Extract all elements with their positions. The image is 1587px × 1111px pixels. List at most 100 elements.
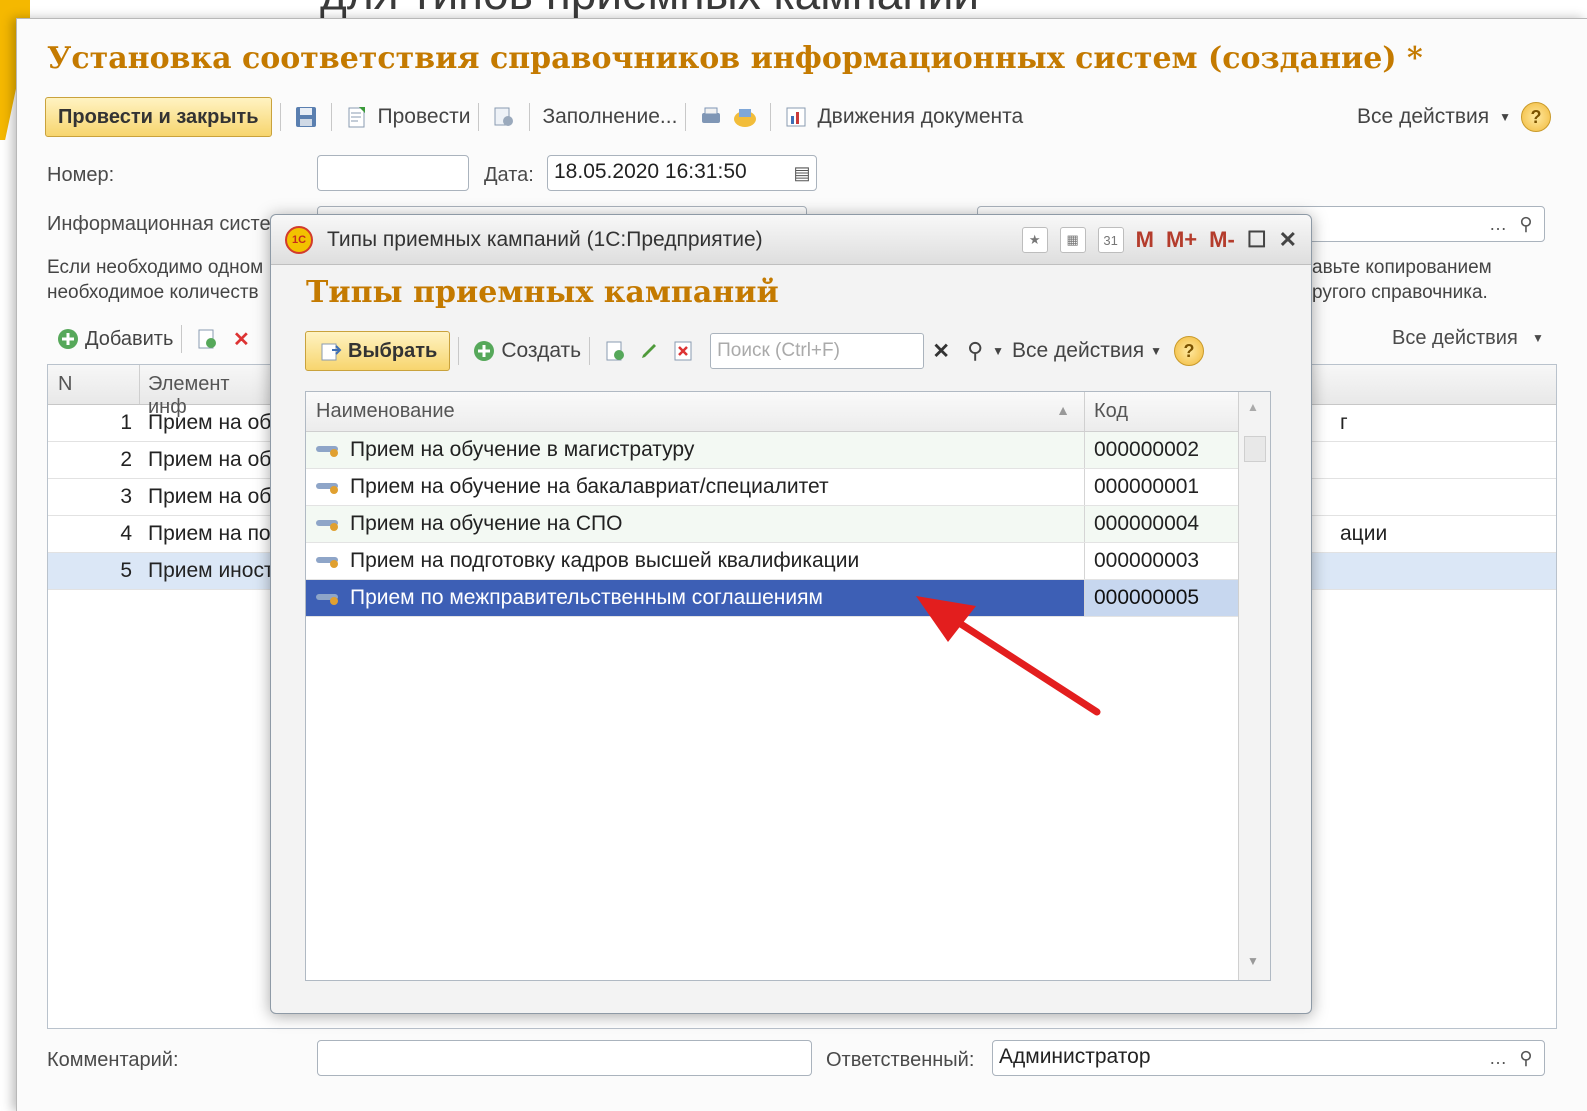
row-number: 5 <box>120 559 132 582</box>
select-icon <box>318 338 344 364</box>
toolbar-separator <box>478 103 480 131</box>
memory-plus-button[interactable]: M+ <box>1166 227 1197 253</box>
item-name-cell: Прием на обучение на СПО <box>306 506 1085 542</box>
catalog-item-icon <box>316 443 342 457</box>
edit-pencil-icon[interactable] <box>636 338 662 364</box>
description-left: Если необходимо одном необходимое количе… <box>47 257 264 303</box>
mark-delete-icon[interactable] <box>670 338 696 364</box>
post-button[interactable]: Провести <box>340 104 470 130</box>
delete-icon[interactable]: ✕ <box>228 326 254 352</box>
row-number: 3 <box>120 485 132 508</box>
post-and-close-button[interactable]: Провести и закрыть <box>45 97 272 137</box>
fill-button[interactable]: Заполнение... <box>538 105 677 129</box>
1c-logo-icon: 1С <box>285 225 313 254</box>
search-icon[interactable]: ⚲ <box>1511 208 1541 240</box>
list-item[interactable]: Прием по межправительственным соглашения… <box>306 580 1270 617</box>
toolbar-separator <box>529 103 531 131</box>
item-name: Прием на обучение в магистратуру <box>350 438 695 461</box>
settings-document-icon[interactable] <box>491 104 517 130</box>
printer-icon[interactable] <box>698 104 724 130</box>
dialog-window-title: Типы приемных кампаний (1С:Предприятие) <box>327 227 763 251</box>
column-code[interactable]: Код <box>1085 392 1239 431</box>
catalog-item-icon <box>316 480 342 494</box>
item-name: Прием на обучение на СПО <box>350 512 623 535</box>
search-icon[interactable]: ⚲ <box>1511 1042 1541 1074</box>
row-element: Прием на об <box>148 411 272 434</box>
column-name[interactable]: Наименование ▲ <box>306 392 1085 431</box>
item-code: 000000003 <box>1094 549 1200 572</box>
row-element: Прием на об <box>148 448 272 471</box>
item-name: Прием на обучение на бакалавриат/специал… <box>350 475 829 498</box>
save-icon[interactable] <box>293 104 319 130</box>
table-all-actions[interactable]: Все действия <box>1392 327 1518 350</box>
list-item[interactable]: Прием на подготовку кадров высшей квалиф… <box>306 543 1270 580</box>
item-code: 000000004 <box>1094 512 1200 535</box>
campaign-types-list: Наименование ▲ Код Прием на обучение в м… <box>305 391 1271 981</box>
date-label: Дата: <box>484 164 534 186</box>
search-icon[interactable]: ⚲ <box>962 338 988 364</box>
column-element[interactable]: Элемент инф <box>140 365 280 418</box>
comment-field[interactable] <box>317 1040 812 1076</box>
item-code: 000000005 <box>1085 580 1239 616</box>
scroll-up-icon[interactable]: ▲ <box>1247 400 1259 414</box>
select-button[interactable]: Выбрать <box>305 331 451 371</box>
help-icon[interactable]: ? <box>1521 102 1551 132</box>
list-header: Наименование ▲ Код <box>306 392 1270 432</box>
toolbar-separator <box>181 325 183 353</box>
list-item[interactable]: Прием на обучение на СПО 000000004 <box>306 506 1270 543</box>
toolbar-separator <box>589 337 591 365</box>
dialog-all-actions-menu[interactable]: Все действия <box>1012 339 1144 363</box>
dialog-titlebar: 1С Типы приемных кампаний (1С:Предприяти… <box>271 215 1311 265</box>
add-button[interactable]: Добавить <box>85 328 173 351</box>
toolbar-separator <box>685 103 687 131</box>
favorite-icon[interactable]: ★ <box>1021 227 1048 253</box>
memory-minus-button[interactable]: M- <box>1209 227 1235 253</box>
toolbar-right: Все действия ▼ ? <box>1357 95 1551 139</box>
row-number: 2 <box>120 448 132 471</box>
responsible-field[interactable]: Администратор <box>992 1040 1545 1076</box>
item-name-cell: Прием по межправительственным соглашения… <box>306 580 1085 616</box>
help-icon[interactable]: ? <box>1173 336 1204 366</box>
copy-icon[interactable] <box>602 338 628 364</box>
item-name-cell: Прием на обучение на бакалавриат/специал… <box>306 469 1085 505</box>
number-field[interactable] <box>317 155 469 191</box>
copy-icon[interactable] <box>194 326 220 352</box>
description-right: авьте копированием ругого справочника. <box>1312 257 1492 303</box>
chevron-down-icon: ▼ <box>1499 110 1511 124</box>
ellipsis-icon[interactable]: … <box>1483 208 1513 240</box>
maximize-icon[interactable]: ☐ <box>1247 227 1267 253</box>
toolbar-separator <box>458 337 460 365</box>
document-movements-button[interactable]: Движения документа <box>779 104 1023 130</box>
clear-search-icon[interactable]: ✕ <box>928 338 954 364</box>
list-item[interactable]: Прием на обучение на бакалавриат/специал… <box>306 469 1270 506</box>
all-actions-menu[interactable]: Все действия <box>1357 105 1489 129</box>
calendar-icon[interactable]: ▤ <box>787 157 817 189</box>
sort-asc-icon: ▲ <box>1056 402 1070 418</box>
date-field[interactable]: 18.05.2020 16:31:50 <box>547 155 817 191</box>
list-scrollbar[interactable]: ▲ ▼ <box>1238 392 1270 980</box>
row-element: Прием на об <box>148 485 272 508</box>
memory-button[interactable]: M <box>1136 227 1154 253</box>
close-icon[interactable]: ✕ <box>1279 227 1297 253</box>
scroll-down-icon[interactable]: ▼ <box>1247 954 1259 968</box>
item-name-cell: Прием на подготовку кадров высшей квалиф… <box>306 543 1085 579</box>
add-icon[interactable] <box>55 326 81 352</box>
scroll-thumb[interactable] <box>1244 436 1266 462</box>
catalog-item-icon <box>316 517 342 531</box>
movements-chart-icon <box>783 104 809 130</box>
column-n[interactable]: N <box>48 365 140 404</box>
create-icon <box>471 338 497 364</box>
calculator-icon[interactable]: ▦ <box>1059 227 1086 253</box>
chevron-down-icon: ▼ <box>1532 331 1544 345</box>
catalog-item-icon <box>316 591 342 605</box>
item-code: 000000002 <box>1094 438 1200 461</box>
toolbar-separator <box>279 103 281 131</box>
mail-icon[interactable] <box>732 104 758 130</box>
table-toolbar: Добавить ✕ <box>51 321 258 357</box>
list-item[interactable]: Прием на обучение в магистратуру 00000000… <box>306 432 1270 469</box>
calendar-icon[interactable]: 31 <box>1097 227 1124 253</box>
create-button[interactable]: Создать <box>501 339 581 363</box>
search-input[interactable]: Поиск (Ctrl+F) <box>710 333 925 369</box>
ellipsis-icon[interactable]: … <box>1483 1042 1513 1074</box>
post-document-icon <box>344 104 370 130</box>
